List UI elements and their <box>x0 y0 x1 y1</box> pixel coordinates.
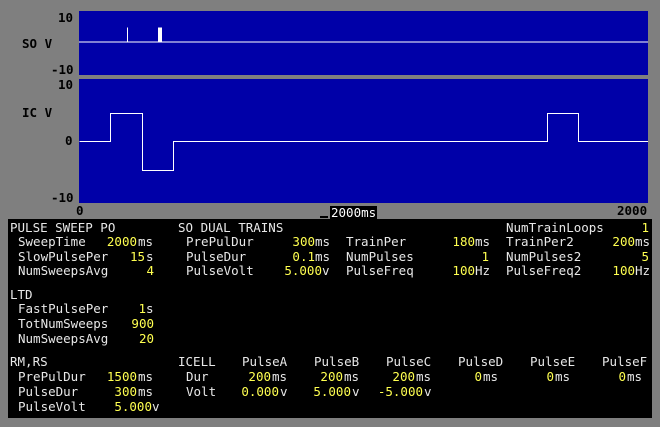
pulse-d-dur-unit: ms <box>483 370 498 384</box>
pulse-d-header: PulseD <box>458 355 503 369</box>
slow-pulse-per-unit: s <box>146 250 154 264</box>
pulse-f-header: PulseF <box>602 355 647 369</box>
x-axis-span-label: 2000ms <box>330 206 377 220</box>
tot-num-sweeps-label: TotNumSweeps <box>18 317 108 331</box>
pulse-c-volt-value[interactable]: -5.000 <box>372 385 423 399</box>
pulse-a-dur-unit: ms <box>272 370 287 384</box>
pulse-d-dur-value[interactable]: 0 <box>470 370 482 384</box>
ltd-num-sweeps-avg-value[interactable]: 20 <box>110 332 154 346</box>
pulse-e-header: PulseE <box>530 355 575 369</box>
ic-y-mid-tick: 0 <box>65 134 73 148</box>
rm-pulse-dur-value[interactable]: 300 <box>100 385 137 399</box>
icell-header: ICELL <box>178 355 216 369</box>
pulse-a-dur-value[interactable]: 200 <box>242 370 271 384</box>
pulse-volt-value[interactable]: 5.000 <box>270 264 322 278</box>
num-train-loops-value[interactable]: 1 <box>600 221 649 235</box>
sweep-time-unit: ms <box>138 235 153 249</box>
rm-pre-pul-dur-unit: ms <box>138 370 153 384</box>
pulse-f-dur-unit: ms <box>627 370 642 384</box>
train-per2-unit: ms <box>635 235 650 249</box>
fast-pulse-per-value[interactable]: 1 <box>110 302 146 316</box>
pulse-a-header: PulseA <box>242 355 287 369</box>
so-dual-trains-header: SO DUAL TRAINS <box>178 221 283 235</box>
rm-pulse-dur-label: PulseDur <box>18 385 78 399</box>
pulse-freq-unit: Hz <box>475 264 490 278</box>
so-axis-label: SO V <box>22 37 52 51</box>
pulse-c-dur-unit: ms <box>416 370 431 384</box>
pulse-b-dur-unit: ms <box>344 370 359 384</box>
sweep-time-label: SweepTime <box>18 235 86 249</box>
train-per2-value[interactable]: 200 <box>590 235 635 249</box>
pulse-freq-label: PulseFreq <box>346 264 414 278</box>
x-axis-min: 0 <box>76 204 84 218</box>
pulse-freq2-label: PulseFreq2 <box>506 264 581 278</box>
pulse-sweep-header: PULSE SWEEP PO <box>10 221 115 235</box>
pulse-b-volt-value[interactable]: 5.000 <box>306 385 351 399</box>
pulse-volt-label: PulseVolt <box>186 264 254 278</box>
pulse-dur-label: PulseDur <box>186 250 246 264</box>
pulse-c-header: PulseC <box>386 355 431 369</box>
tot-num-sweeps-value[interactable]: 900 <box>110 317 154 331</box>
ic-plot <box>79 79 648 203</box>
so-y-top-tick: 10 <box>58 11 73 25</box>
pulse-c-dur-value[interactable]: 200 <box>386 370 415 384</box>
rm-pulse-volt-label: PulseVolt <box>18 400 86 414</box>
pulse-dur-value[interactable]: 0.1 <box>270 250 315 264</box>
ic-trace <box>79 79 648 203</box>
num-train-loops-label: NumTrainLoops <box>506 221 604 235</box>
num-pulses2-value[interactable]: 5 <box>590 250 649 264</box>
pulse-f-dur-value[interactable]: 0 <box>614 370 626 384</box>
rm-pre-pul-dur-value[interactable]: 1500 <box>100 370 137 384</box>
sweep-time-value[interactable]: 2000 <box>100 235 137 249</box>
num-pulses-value[interactable]: 1 <box>430 250 489 264</box>
pulse-volt-unit: v <box>322 264 330 278</box>
train-per-label: TrainPer <box>346 235 406 249</box>
ic-y-top-tick: 10 <box>58 78 73 92</box>
pulse-e-dur-value[interactable]: 0 <box>542 370 554 384</box>
fast-pulse-per-unit: s <box>146 302 154 316</box>
rm-pulse-volt-value[interactable]: 5.000 <box>100 400 152 414</box>
ic-waveform <box>80 114 649 171</box>
num-pulses2-label: NumPulses2 <box>506 250 581 264</box>
rm-pulse-dur-unit: ms <box>138 385 153 399</box>
icell-dur-label: Dur <box>186 370 209 384</box>
num-sweeps-avg-label: NumSweepsAvg <box>18 264 108 278</box>
rm-pre-pul-dur-label: PrePulDur <box>18 370 86 384</box>
fast-pulse-per-label: FastPulsePer <box>18 302 108 316</box>
x-scroll-thumb[interactable] <box>320 216 328 218</box>
pre-pul-dur-label: PrePulDur <box>186 235 254 249</box>
ltd-num-sweeps-avg-label: NumSweepsAvg <box>18 332 108 346</box>
pulse-a-volt-unit: v <box>280 385 288 399</box>
so-plot <box>79 11 648 75</box>
icell-volt-label: Volt <box>186 385 216 399</box>
num-sweeps-avg-value[interactable]: 4 <box>100 264 154 278</box>
so-y-bot-tick: -10 <box>51 63 74 77</box>
pulse-freq2-value[interactable]: 100 <box>590 264 635 278</box>
pulse-b-header: PulseB <box>314 355 359 369</box>
pre-pul-dur-value[interactable]: 300 <box>270 235 315 249</box>
pre-pul-dur-unit: ms <box>315 235 330 249</box>
ic-axis-label: IC V <box>22 106 52 120</box>
pulse-b-volt-unit: v <box>352 385 360 399</box>
pulse-e-dur-unit: ms <box>555 370 570 384</box>
pulse-a-volt-value[interactable]: 0.000 <box>234 385 279 399</box>
rm-pulse-volt-unit: v <box>152 400 160 414</box>
pulse-dur-unit: ms <box>315 250 330 264</box>
so-trace <box>79 11 648 75</box>
train-per2-label: TrainPer2 <box>506 235 574 249</box>
rm-rs-header: RM,RS <box>10 355 48 369</box>
pulse-freq2-unit: Hz <box>635 264 650 278</box>
train-per-unit: ms <box>475 235 490 249</box>
pulse-c-volt-unit: v <box>424 385 432 399</box>
ltd-header: LTD <box>10 288 33 302</box>
num-pulses-label: NumPulses <box>346 250 414 264</box>
slow-pulse-per-label: SlowPulsePer <box>18 250 108 264</box>
train-per-value[interactable]: 180 <box>430 235 475 249</box>
slow-pulse-per-value[interactable]: 15 <box>100 250 145 264</box>
x-axis-max: 2000 <box>617 204 647 218</box>
ic-y-bot-tick: -10 <box>51 191 74 205</box>
pulse-b-dur-value[interactable]: 200 <box>314 370 343 384</box>
pulse-freq-value[interactable]: 100 <box>430 264 475 278</box>
